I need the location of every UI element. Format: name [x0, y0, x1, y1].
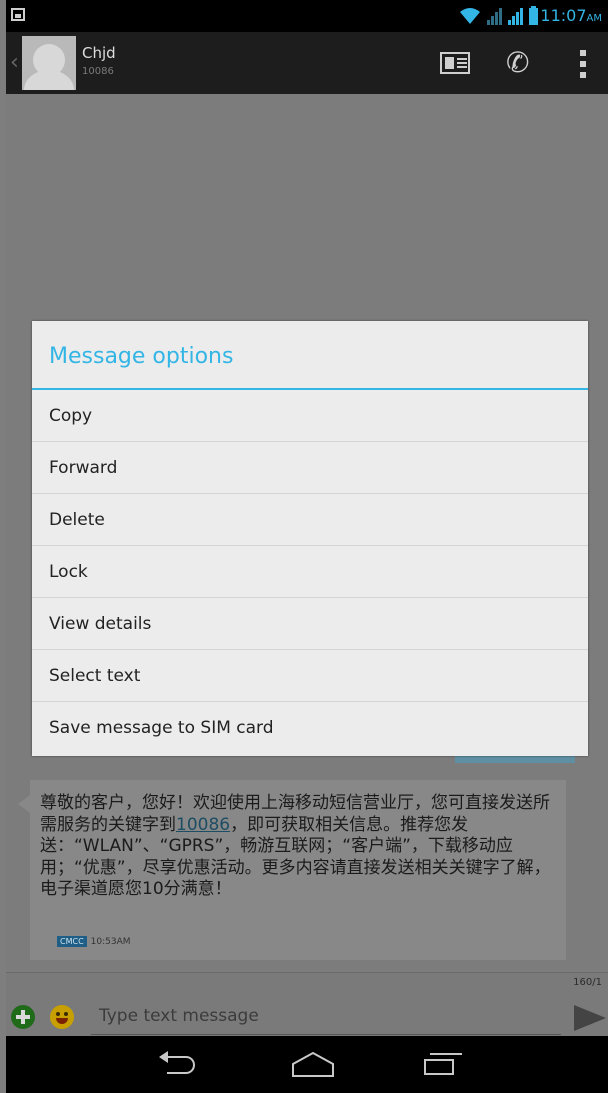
options-list: Copy Forward Delete Lock View details Se…	[32, 390, 588, 754]
option-copy[interactable]: Copy	[32, 390, 588, 442]
message-options-dialog: Message options Copy Forward Delete Lock…	[32, 321, 588, 756]
option-view-details[interactable]: View details	[32, 598, 588, 650]
dialog-title: Message options	[49, 344, 234, 369]
option-lock[interactable]: Lock	[32, 546, 588, 598]
option-select-text[interactable]: Select text	[32, 650, 588, 702]
option-delete[interactable]: Delete	[32, 494, 588, 546]
option-forward[interactable]: Forward	[32, 442, 588, 494]
option-save-to-sim[interactable]: Save message to SIM card	[32, 702, 588, 754]
